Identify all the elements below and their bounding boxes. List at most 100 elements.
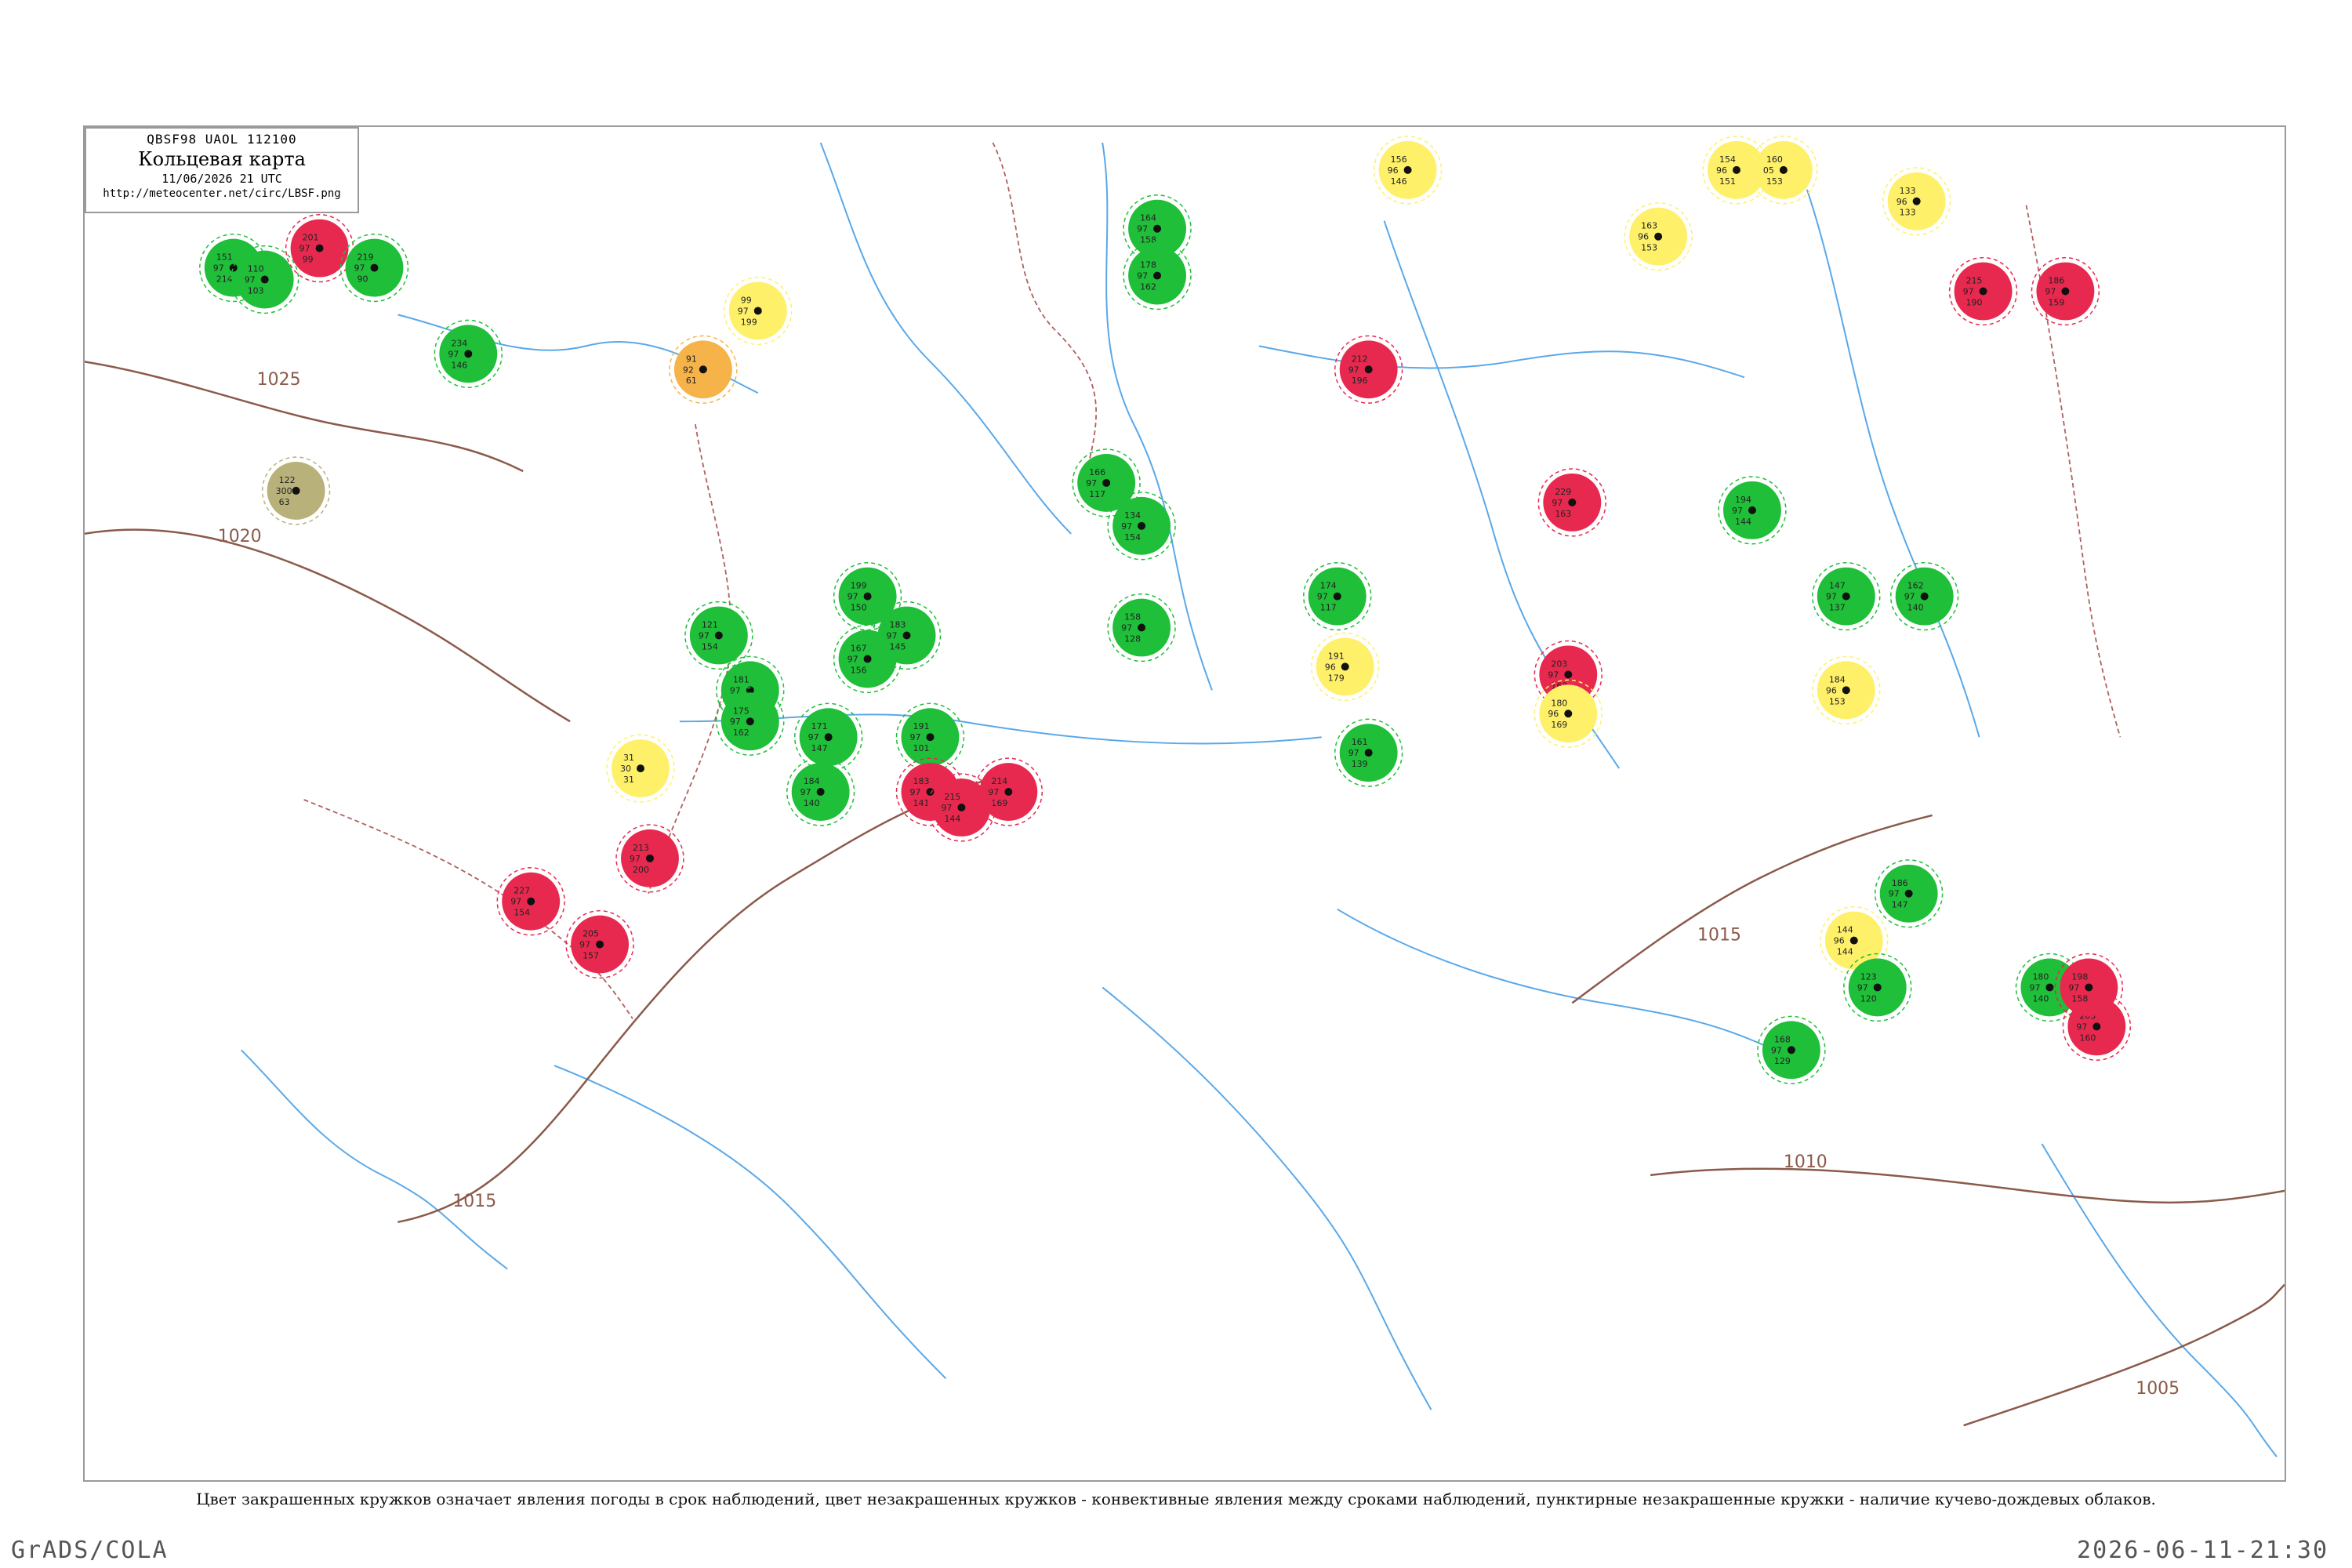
station-marker-fog[interactable]: 15696146 [1373, 136, 1443, 205]
station-dot [1102, 478, 1111, 487]
station-marker-thunder[interactable]: 2019799 [285, 213, 354, 283]
station-value: 144 [1735, 517, 1751, 527]
station-dot [1849, 936, 1858, 945]
station-value: 194 [1735, 495, 1751, 505]
station-marker-rain[interactable]: 12197154 [684, 601, 753, 670]
station-value: 215 [1966, 276, 1983, 286]
station-marker-fog[interactable]: 19196179 [1311, 632, 1380, 702]
station-marker-fog[interactable]: 18496153 [1812, 655, 1881, 724]
station-value: 110 [248, 264, 264, 274]
station-marker-thunder[interactable]: 22997163 [1537, 468, 1606, 537]
station-value: 180 [1551, 698, 1567, 708]
station-value: 96 [1834, 936, 1845, 946]
station-marker-rain[interactable]: 17197147 [793, 702, 863, 771]
station-dot [926, 788, 935, 797]
station-marker-fog[interactable]: 9997199 [724, 276, 793, 346]
station-value: 133 [1900, 186, 1916, 196]
station-value: 129 [1774, 1056, 1791, 1066]
station-value: 153 [1829, 696, 1846, 706]
station-value: 171 [811, 721, 828, 731]
station-value: 97 [2029, 982, 2040, 993]
station-value: 103 [248, 286, 264, 296]
station-dot [1787, 1046, 1795, 1054]
station-value: 97 [448, 349, 459, 359]
map-canvas: 1025 1020 1015 1015 1010 1005 1519721411… [85, 136, 2285, 1457]
station-marker-fog[interactable]: 16396153 [1624, 202, 1693, 271]
station-value: 97 [1086, 478, 1097, 488]
station-value: 154 [514, 908, 530, 918]
station-value: 300 [276, 486, 292, 496]
station-value: 121 [702, 620, 718, 630]
station-value: 141 [913, 798, 929, 808]
station-marker-rain[interactable]: 16897129 [1757, 1015, 1826, 1084]
station-marker-fog[interactable]: 13396133 [1882, 167, 1951, 236]
station-value: 97 [2045, 287, 2056, 297]
station-dot [1138, 521, 1146, 530]
border [992, 142, 1097, 472]
station-marker-rain[interactable]: 16197139 [1334, 718, 1403, 787]
station-marker-dust[interactable]: 12230063 [261, 456, 331, 525]
station-marker-thunder[interactable]: 20597157 [565, 909, 634, 979]
station-marker-rain[interactable]: 17497117 [1303, 561, 1372, 631]
station-value: 200 [633, 865, 649, 875]
station-marker-rain[interactable]: 23497146 [434, 319, 503, 388]
station-value: 180 [2032, 971, 2049, 982]
station-marker-thunder[interactable]: 21597190 [1948, 256, 2018, 326]
station-dot [1333, 592, 1341, 601]
station-dot [824, 733, 833, 742]
station-marker-rain[interactable]: 2199790 [339, 233, 409, 303]
station-dot [1004, 788, 1013, 797]
station-value: 169 [991, 798, 1007, 808]
station-marker-haze[interactable]: 919261 [669, 335, 738, 404]
station-value: 175 [733, 706, 750, 716]
station-marker-thunder[interactable]: 21297196 [1334, 335, 1403, 404]
station-value: 168 [1774, 1034, 1791, 1044]
station-value: 214 [216, 274, 233, 285]
station-value: 97 [1137, 271, 1148, 281]
station-dot [1153, 224, 1162, 233]
station-dot [645, 854, 654, 862]
station-value: 97 [245, 275, 256, 285]
station-value: 213 [633, 843, 649, 853]
station-value: 140 [804, 798, 820, 808]
station-marker-rain[interactable]: 14797137 [1812, 561, 1881, 631]
station-dot [292, 486, 300, 495]
station-marker-fog[interactable]: 313031 [606, 734, 675, 803]
station-value: 96 [1548, 709, 1559, 719]
bulletin-code: QBSF98 UAOL 112100 [147, 132, 297, 147]
station-dot [1341, 662, 1349, 671]
station-value: 163 [1555, 509, 1571, 519]
station-marker-rain[interactable]: 18697147 [1874, 859, 1944, 928]
station-dot [714, 631, 723, 640]
station-marker-rain[interactable]: 15897128 [1107, 593, 1176, 662]
isobar-label: 1010 [1784, 1152, 1828, 1172]
station-marker-rain[interactable]: 19197101 [895, 702, 965, 771]
river [2041, 1143, 2278, 1457]
station-value: 97 [941, 803, 952, 813]
station-value: 97 [1826, 592, 1837, 602]
station-value: 162 [1140, 282, 1156, 292]
river [1806, 189, 1980, 738]
station-value: 184 [804, 776, 820, 786]
synoptic-map[interactable]: 1025 1020 1015 1015 1010 1005 151 97 214 11… [83, 125, 2286, 1482]
station-value: 186 [2048, 276, 2064, 286]
station-value: 144 [944, 814, 960, 824]
station-marker-thunder[interactable]: 18697159 [2031, 256, 2100, 326]
station-value: 30 [620, 764, 631, 774]
station-value: 99 [303, 255, 314, 265]
station-value: 96 [1716, 165, 1727, 176]
station-value: 61 [686, 376, 697, 386]
isobar-1015 [397, 767, 1025, 1223]
station-marker-thunder[interactable]: 22797154 [496, 867, 565, 936]
station-marker-rain[interactable]: 19497144 [1718, 476, 1787, 545]
source-url: http://meteocenter.net/circ/LBSF.png [103, 187, 341, 200]
station-value: 212 [1352, 354, 1368, 364]
station-value: 96 [1826, 685, 1837, 695]
station-value: 31 [623, 775, 634, 785]
station-value: 163 [1641, 221, 1657, 231]
station-marker-rain[interactable]: 18497140 [786, 757, 855, 826]
station-value: 97 [2076, 1022, 2087, 1032]
station-marker-rain[interactable]: 16297140 [1889, 561, 1959, 631]
isobar-1010 [1650, 1167, 2285, 1204]
station-marker-thunder[interactable]: 21397200 [615, 824, 684, 893]
